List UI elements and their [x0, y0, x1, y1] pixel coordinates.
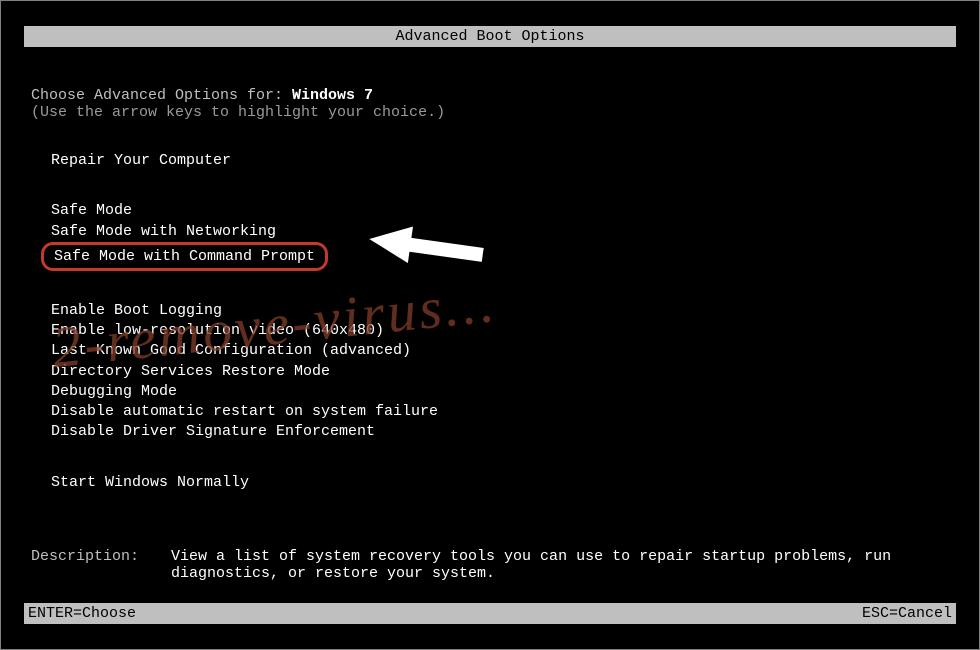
description-label: Description:	[31, 548, 171, 582]
choose-prefix: Choose Advanced Options for:	[31, 87, 292, 104]
window-title: Advanced Boot Options	[395, 28, 584, 45]
menu-start-normally[interactable]: Start Windows Normally	[51, 473, 949, 493]
description-section: Description: View a list of system recov…	[31, 548, 949, 582]
menu-safe-mode-networking[interactable]: Safe Mode with Networking	[51, 222, 949, 242]
boot-menu: Repair Your Computer Safe Mode Safe Mode…	[31, 151, 949, 493]
highlighted-menu-item[interactable]: Safe Mode with Command Prompt	[41, 242, 328, 271]
menu-dsrm[interactable]: Directory Services Restore Mode	[51, 362, 949, 382]
menu-repair-computer[interactable]: Repair Your Computer	[51, 151, 949, 171]
menu-safe-mode-cmd[interactable]: Safe Mode with Command Prompt	[51, 242, 949, 271]
footer-bar: ENTER=Choose ESC=Cancel	[24, 603, 956, 624]
menu-disable-driver-sig[interactable]: Disable Driver Signature Enforcement	[51, 422, 949, 442]
choose-line: Choose Advanced Options for: Windows 7	[31, 87, 949, 104]
menu-low-res-video[interactable]: Enable low-resolution video (640x480)	[51, 321, 949, 341]
menu-debug-mode[interactable]: Debugging Mode	[51, 382, 949, 402]
footer-enter: ENTER=Choose	[28, 605, 136, 622]
title-bar: Advanced Boot Options	[24, 26, 956, 47]
menu-disable-auto-restart[interactable]: Disable automatic restart on system fail…	[51, 402, 949, 422]
menu-boot-logging[interactable]: Enable Boot Logging	[51, 301, 949, 321]
content-area: Choose Advanced Options for: Windows 7 (…	[1, 87, 979, 582]
instruction-line: (Use the arrow keys to highlight your ch…	[31, 104, 949, 121]
menu-safe-mode[interactable]: Safe Mode	[51, 201, 949, 221]
footer-esc: ESC=Cancel	[862, 605, 952, 622]
os-name: Windows 7	[292, 87, 373, 104]
menu-last-known-good[interactable]: Last Known Good Configuration (advanced)	[51, 341, 949, 361]
description-text: View a list of system recovery tools you…	[171, 548, 949, 582]
